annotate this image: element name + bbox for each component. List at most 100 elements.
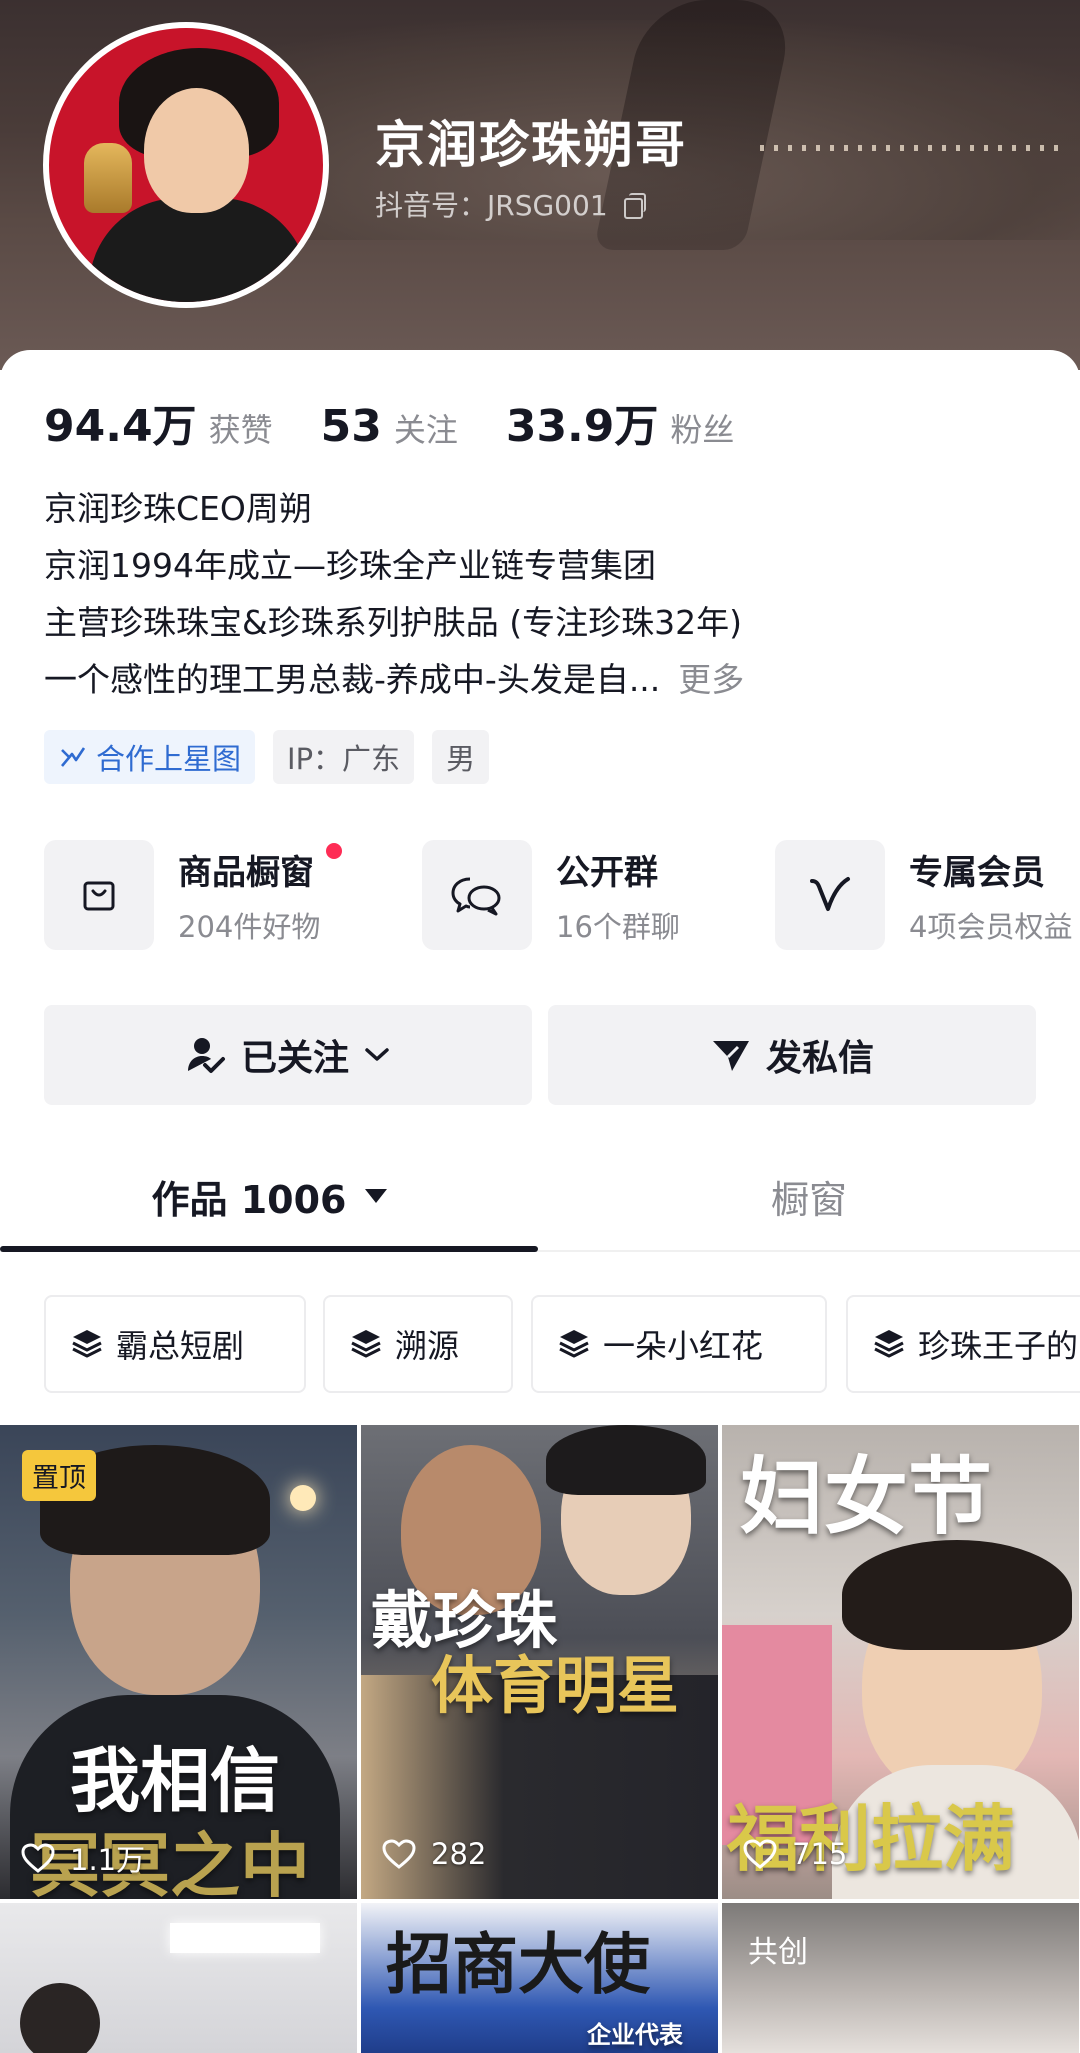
- heart-icon: [382, 1839, 416, 1869]
- shortcut-title: 专属会员: [909, 852, 1045, 893]
- thumbnail-head: [20, 1983, 100, 2053]
- cocreate-badge: 共创: [748, 1935, 808, 1970]
- shortcut-text: 公开群 16个群聊: [556, 845, 680, 946]
- video-thumbnail[interactable]: 妇女节 福利拉满 715: [722, 1425, 1079, 1899]
- collection-chip[interactable]: 珍珠王子的: [846, 1295, 1080, 1393]
- message-button[interactable]: 发私信: [548, 1005, 1036, 1105]
- thumbnail-image: [0, 1903, 357, 2053]
- shortcut-text: 商品橱窗 204件好物: [178, 842, 343, 946]
- header-background-lights: [760, 145, 1060, 151]
- stat-value: 53: [320, 401, 382, 452]
- bio-more-link[interactable]: 更多: [678, 660, 744, 699]
- collection-chip[interactable]: 霸总短剧: [44, 1295, 306, 1393]
- like-count-text: 1.1万: [70, 1843, 146, 1877]
- overlay-title: 招商大使: [386, 1926, 650, 2003]
- send-icon: [712, 1041, 749, 1071]
- shortcut-title: 公开群: [556, 852, 658, 893]
- collection-label: 溯源: [395, 1327, 460, 1365]
- bio-line-last: 一个感性的理工男总裁-养成中-头发是自... 更多: [44, 651, 1044, 708]
- chat-bubbles-icon: [451, 877, 501, 916]
- caret-down-icon: [364, 1189, 387, 1203]
- stat-label: 关注: [393, 411, 458, 449]
- bio-line: 主营珍珠珠宝&珍珠系列护肤品 (专注珍珠32年): [44, 603, 742, 642]
- bio-line: 京润1994年成立—珍珠全产业链专营集团: [44, 546, 656, 585]
- tag-row: 合作上星图 IP：广东 男: [44, 730, 490, 784]
- tab-active-indicator: [0, 1246, 538, 1252]
- stat-value: 33.9万: [505, 401, 659, 452]
- avatar-body: [89, 198, 309, 302]
- overlay-title: 妇女节: [740, 1448, 993, 1546]
- douyin-id[interactable]: 抖音号：JRSG001: [375, 184, 646, 224]
- pinned-badge: 置顶: [22, 1450, 96, 1501]
- thumbnail-image: [722, 1903, 1079, 2053]
- bio-line-text: 一个感性的理工男总裁-养成中-头发是自...: [44, 660, 661, 699]
- collection-label: 霸总短剧: [116, 1327, 245, 1365]
- shortcut-icon-box: [44, 840, 154, 950]
- profile-name: 京润珍珠朔哥: [375, 116, 687, 174]
- tag-label: IP：广东: [287, 742, 401, 776]
- stat-followers[interactable]: 33.9万 粉丝: [506, 390, 735, 454]
- layers-icon: [351, 1330, 381, 1358]
- tag-star-chart[interactable]: 合作上星图: [44, 730, 256, 784]
- layers-icon: [72, 1330, 102, 1358]
- like-count-text: 715: [792, 1837, 848, 1871]
- shortcut-subtitle: 204件好物: [178, 909, 321, 944]
- action-row: 已关注 发私信: [44, 1005, 1036, 1105]
- tab-showcase-label: 橱窗: [770, 1177, 847, 1222]
- video-thumbnail[interactable]: 置顶 我相信 冥冥之中 1.1万: [0, 1425, 357, 1899]
- avatar-figurine: [84, 143, 132, 213]
- profile-header: 京润珍珠朔哥 抖音号：JRSG001: [0, 0, 1080, 370]
- shortcut-showcase[interactable]: 商品橱窗 204件好物: [44, 840, 343, 950]
- stat-label: 获赞: [208, 411, 273, 449]
- shortcut-icon-box: [422, 840, 532, 950]
- notification-dot: [326, 842, 343, 859]
- collection-label: 珍珠王子的: [918, 1327, 1079, 1365]
- collection-chip[interactable]: 一朵小红花: [531, 1295, 827, 1393]
- overlay-subtitle: 体育明星: [431, 1649, 680, 1722]
- video-thumbnail[interactable]: 招商大使 企业代表: [361, 1903, 718, 2053]
- thumbnail-hair: [842, 1540, 1072, 1650]
- video-grid: 置顶 我相信 冥冥之中 1.1万 戴珍珠 体育明星 282 妇女节 福利拉满 7…: [0, 1425, 1080, 2053]
- video-thumbnail[interactable]: 共创: [722, 1903, 1079, 2053]
- tab-works-label: 作品 1006: [151, 1177, 347, 1222]
- following-button[interactable]: 已关注: [44, 1005, 532, 1105]
- shortcut-row: 商品橱窗 204件好物 公开群 16个群聊 专属会员 4项会员权益: [44, 840, 1080, 950]
- heart-icon: [21, 1843, 55, 1873]
- shortcut-membership[interactable]: 专属会员 4项会员权益: [775, 840, 1072, 950]
- avatar[interactable]: [43, 22, 329, 308]
- bio[interactable]: 京润珍珠CEO周朔 京润1994年成立—珍珠全产业链专营集团 主营珍珠珠宝&珍珠…: [44, 480, 1044, 708]
- shortcut-title-text: 商品橱窗: [178, 852, 314, 893]
- shortcut-public-group[interactable]: 公开群 16个群聊: [422, 840, 680, 950]
- user-check-icon: [187, 1038, 225, 1073]
- tag-gender: 男: [432, 730, 490, 784]
- tag-ip: IP：广东: [273, 730, 415, 784]
- like-count: 715: [742, 1837, 847, 1871]
- thumbnail-streetlight: [290, 1485, 316, 1511]
- v-member-icon: [810, 877, 850, 911]
- bag-icon: [83, 881, 115, 911]
- overlay-subtitle: 企业代表: [587, 2021, 683, 2049]
- star-chart-icon: [61, 747, 86, 767]
- shortcut-subtitle: 16个群聊: [556, 909, 680, 944]
- chevron-down-icon: [365, 1048, 389, 1061]
- like-count: 1.1万: [20, 1837, 145, 1879]
- layers-icon: [874, 1330, 904, 1358]
- shortcut-icon-box: [775, 840, 885, 950]
- thumbnail-hair: [546, 1425, 706, 1495]
- profile-card: 94.4万 获赞 53 关注 33.9万 粉丝 京润珍珠CEO周朔 京润1994…: [0, 350, 1080, 2053]
- copy-icon[interactable]: [622, 192, 646, 219]
- stat-likes[interactable]: 94.4万 获赞: [44, 390, 273, 454]
- avatar-face: [144, 88, 249, 213]
- message-label: 发私信: [765, 1038, 874, 1079]
- collection-chip[interactable]: 溯源: [323, 1295, 513, 1393]
- tab-showcase[interactable]: 橱窗: [538, 1140, 1080, 1252]
- tab-works[interactable]: 作品 1006: [0, 1140, 538, 1252]
- collection-label: 一朵小红花: [603, 1327, 764, 1365]
- stat-following[interactable]: 53 关注: [321, 401, 458, 452]
- layers-icon: [559, 1330, 589, 1358]
- stat-value: 94.4万: [44, 401, 197, 452]
- like-count: 282: [381, 1837, 486, 1871]
- video-thumbnail[interactable]: [0, 1903, 357, 2053]
- tag-label: 合作上星图: [96, 742, 242, 776]
- video-thumbnail[interactable]: 戴珍珠 体育明星 282: [361, 1425, 718, 1899]
